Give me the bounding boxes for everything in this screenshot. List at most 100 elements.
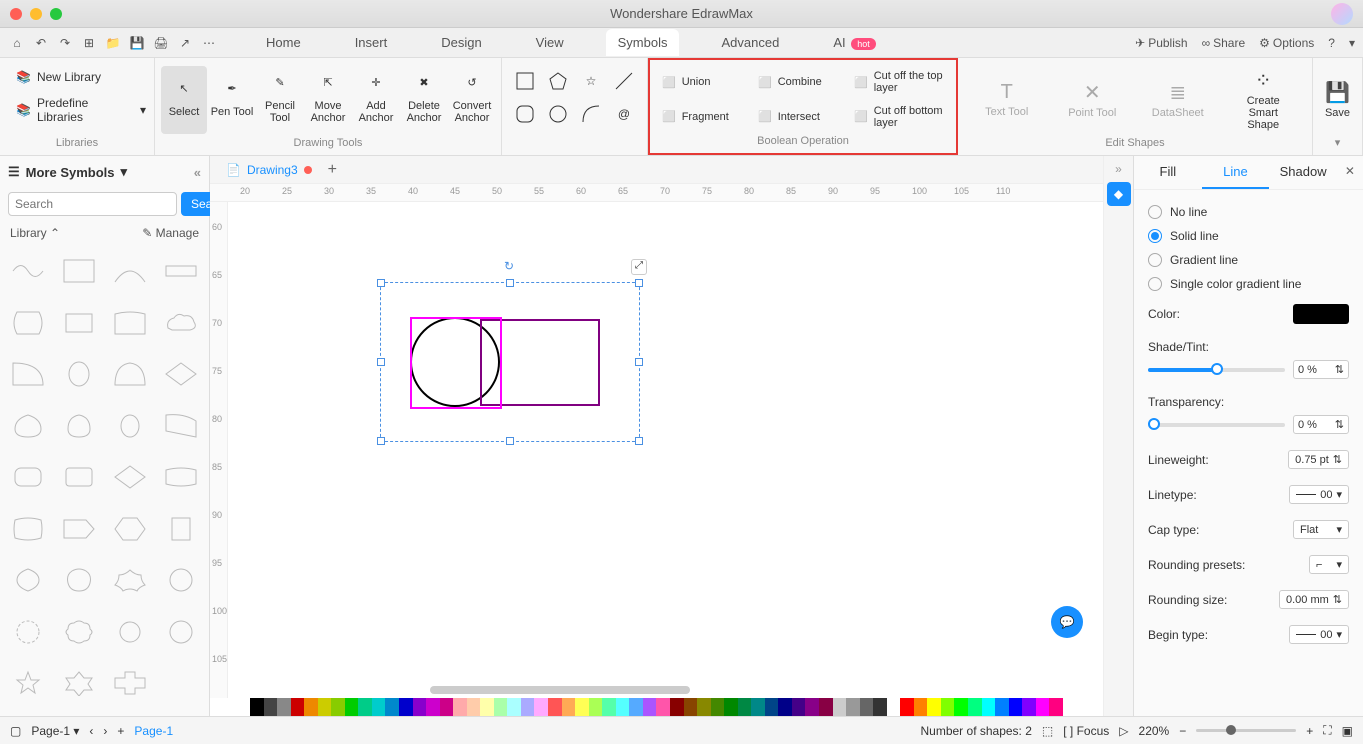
color-swatch[interactable]: [846, 698, 860, 716]
library-label[interactable]: Library ⌃: [10, 226, 60, 240]
add-page-icon[interactable]: +: [117, 724, 124, 738]
tab-shadow[interactable]: Shadow: [1269, 156, 1337, 189]
color-swatch[interactable]: [995, 698, 1009, 716]
lib-shape[interactable]: [57, 664, 102, 702]
captype-select[interactable]: Flat▾: [1293, 520, 1349, 539]
color-swatch[interactable]: [426, 698, 440, 716]
tab-view[interactable]: View: [524, 29, 576, 56]
shape-arc[interactable]: [576, 103, 606, 125]
predefine-libraries-button[interactable]: 📚 Predefine Libraries▾: [10, 92, 152, 128]
lib-shape[interactable]: [6, 664, 51, 702]
select-tool[interactable]: ↖Select: [161, 66, 207, 134]
color-swatch[interactable]: [318, 698, 332, 716]
color-swatch[interactable]: [507, 698, 521, 716]
color-swatch[interactable]: [480, 698, 494, 716]
color-swatch[interactable]: [589, 698, 603, 716]
text-tool[interactable]: TText Tool: [979, 81, 1035, 118]
transparency-slider[interactable]: [1148, 423, 1285, 427]
shape-square[interactable]: [510, 70, 540, 92]
shape-spiral[interactable]: @: [609, 106, 639, 122]
fit-screen-icon[interactable]: ⛶: [1323, 723, 1331, 738]
resize-handle-n[interactable]: [506, 279, 514, 287]
lib-shape[interactable]: [6, 561, 51, 599]
add-document-button[interactable]: +: [328, 161, 337, 179]
lib-shape[interactable]: [108, 252, 153, 290]
color-swatch[interactable]: [711, 698, 725, 716]
linetype-select[interactable]: 00▾: [1289, 485, 1349, 504]
close-window[interactable]: [10, 8, 22, 20]
color-swatch[interactable]: [277, 698, 291, 716]
lib-shape[interactable]: [108, 561, 153, 599]
collapse-panel-icon[interactable]: «: [194, 165, 201, 180]
lib-shape[interactable]: [158, 355, 203, 393]
lib-shape[interactable]: [6, 355, 51, 393]
color-swatch[interactable]: [697, 698, 711, 716]
point-tool[interactable]: ✕Point Tool: [1064, 80, 1120, 119]
home-icon[interactable]: ⌂: [8, 34, 26, 52]
lib-shape[interactable]: [158, 510, 203, 548]
color-swatch[interactable]: [616, 698, 630, 716]
color-swatch[interactable]: [873, 698, 887, 716]
more-symbols-header[interactable]: ☰ More Symbols ▾ «: [0, 156, 209, 188]
intersect-button[interactable]: ⬜ Intersect: [756, 106, 850, 127]
rounding-presets-select[interactable]: ⌐▾: [1309, 555, 1349, 574]
datasheet-tool[interactable]: ≣DataSheet: [1150, 80, 1206, 119]
user-avatar[interactable]: [1331, 3, 1353, 25]
color-swatch[interactable]: [602, 698, 616, 716]
lib-shape[interactable]: [158, 561, 203, 599]
lib-shape[interactable]: [108, 458, 153, 496]
color-swatch[interactable]: [345, 698, 359, 716]
tab-insert[interactable]: Insert: [343, 29, 400, 56]
lib-shape[interactable]: [57, 613, 102, 651]
resize-handle-sw[interactable]: [377, 437, 385, 445]
lib-shape[interactable]: [6, 613, 51, 651]
resize-handle-nw[interactable]: [377, 279, 385, 287]
color-swatch[interactable]: [684, 698, 698, 716]
paint-bucket-icon[interactable]: ◆: [1107, 182, 1131, 206]
shape-rounded-square[interactable]: [510, 103, 540, 125]
lib-shape[interactable]: [158, 304, 203, 342]
lib-shape[interactable]: [158, 458, 203, 496]
lib-shape[interactable]: [108, 664, 153, 702]
zoom-out-icon[interactable]: −: [1179, 724, 1186, 738]
color-swatch[interactable]: [982, 698, 996, 716]
lib-shape[interactable]: [57, 510, 102, 548]
expand-icon[interactable]: ⤢: [631, 259, 647, 275]
tab-home[interactable]: Home: [254, 29, 313, 56]
shape-star[interactable]: ☆: [576, 73, 606, 89]
shape-circle[interactable]: [543, 103, 573, 125]
color-swatch[interactable]: [264, 698, 278, 716]
play-icon[interactable]: ▷: [1119, 724, 1128, 738]
color-swatch[interactable]: [1022, 698, 1036, 716]
create-smart-shape-button[interactable]: ⁘Create Smart Shape: [1235, 68, 1291, 131]
color-swatch[interactable]: [805, 698, 819, 716]
layout-toggle-icon[interactable]: ▢: [10, 724, 21, 738]
shape-line[interactable]: [609, 70, 639, 92]
resize-handle-w[interactable]: [377, 358, 385, 366]
lib-shape[interactable]: [57, 355, 102, 393]
page-selector[interactable]: Page-1 ▾: [31, 724, 79, 738]
lib-shape[interactable]: [6, 458, 51, 496]
maximize-window[interactable]: [50, 8, 62, 20]
publish-button[interactable]: ✈ Publish: [1135, 36, 1187, 50]
color-swatch[interactable]: [291, 698, 305, 716]
open-icon[interactable]: 📁: [104, 34, 122, 52]
add-anchor-tool[interactable]: ✛Add Anchor: [353, 66, 399, 134]
color-swatch[interactable]: [1009, 698, 1023, 716]
chat-fab[interactable]: 💬: [1051, 606, 1083, 638]
resize-handle-se[interactable]: [635, 437, 643, 445]
delete-anchor-tool[interactable]: ✖Delete Anchor: [401, 66, 447, 134]
canvas-shape-rect1[interactable]: [410, 317, 502, 409]
lib-shape[interactable]: [6, 304, 51, 342]
shade-slider[interactable]: [1148, 368, 1285, 372]
export-icon[interactable]: ↗: [176, 34, 194, 52]
lib-shape[interactable]: [108, 407, 153, 445]
gradient-line-option[interactable]: Gradient line: [1148, 248, 1349, 272]
lineweight-select[interactable]: 0.75 pt⇅: [1288, 450, 1349, 469]
help-icon[interactable]: ?: [1328, 36, 1335, 50]
pencil-tool[interactable]: ✎Pencil Tool: [257, 66, 303, 134]
color-swatch[interactable]: [494, 698, 508, 716]
resize-handle-ne[interactable]: [635, 279, 643, 287]
color-swatch[interactable]: [887, 698, 901, 716]
combine-button[interactable]: ⬜ Combine: [756, 72, 850, 93]
